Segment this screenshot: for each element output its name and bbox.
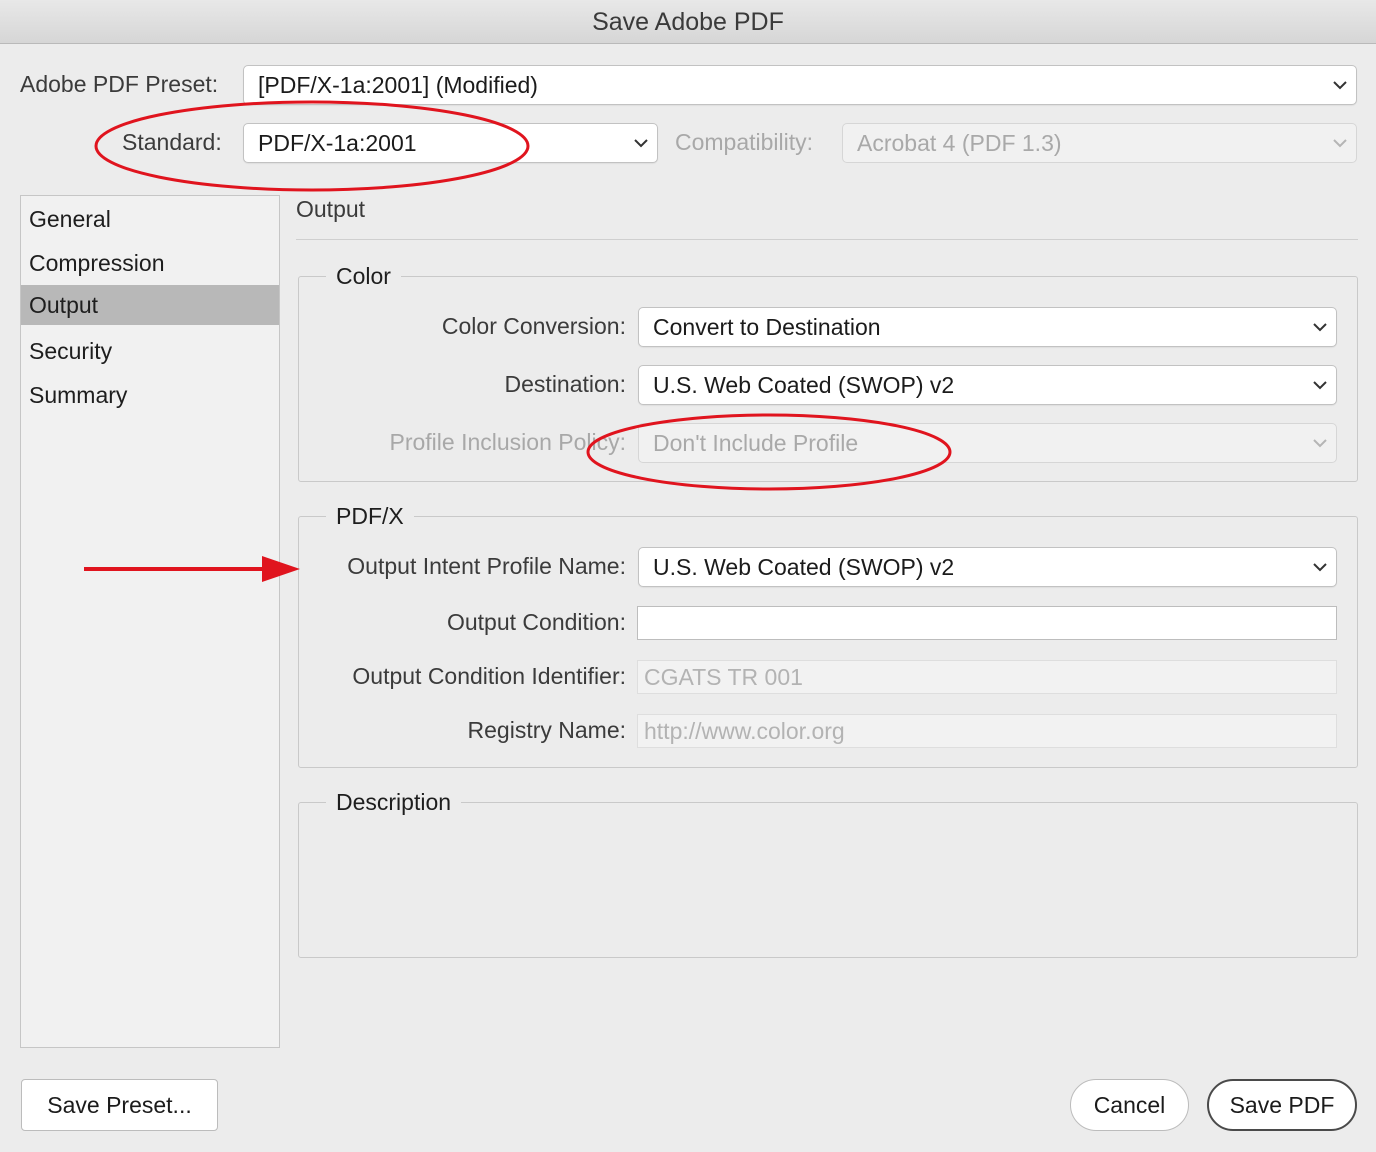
chevron-down-icon <box>1312 321 1328 333</box>
panel-title: Output <box>296 196 366 222</box>
destination-label: Destination: <box>504 371 626 397</box>
chevron-down-icon <box>1312 379 1328 391</box>
sidebar-item-summary[interactable]: Summary <box>21 375 279 415</box>
color-group-title: Color <box>326 262 401 290</box>
registry-name-label: Registry Name: <box>467 717 626 743</box>
preset-label: Adobe PDF Preset: <box>20 71 219 97</box>
chevron-down-icon <box>633 137 649 149</box>
output-intent-select[interactable]: U.S. Web Coated (SWOP) v2 <box>638 547 1337 587</box>
output-condition-field[interactable] <box>637 606 1337 640</box>
description-group <box>298 802 1358 958</box>
color-conversion-value: Convert to Destination <box>653 314 881 340</box>
pdfx-group-title: PDF/X <box>326 502 414 530</box>
standard-label: Standard: <box>122 129 222 155</box>
chevron-down-icon <box>1332 79 1348 91</box>
compatibility-value: Acrobat 4 (PDF 1.3) <box>857 130 1062 156</box>
chevron-down-icon <box>1312 437 1328 449</box>
output-intent-value: U.S. Web Coated (SWOP) v2 <box>653 554 955 580</box>
preset-value: [PDF/X-1a:2001] (Modified) <box>258 72 538 98</box>
profile-inclusion-select[interactable]: Don't Include Profile <box>638 423 1337 463</box>
sidebar-item-compression[interactable]: Compression <box>21 243 279 283</box>
chevron-down-icon <box>1312 561 1328 573</box>
standard-select[interactable]: PDF/X-1a:2001 <box>243 123 658 163</box>
destination-value: U.S. Web Coated (SWOP) v2 <box>653 372 955 398</box>
window-title: Save Adobe PDF <box>0 0 1376 44</box>
output-condition-label: Output Condition: <box>446 609 626 635</box>
chevron-down-icon <box>1332 137 1348 149</box>
sidebar-item-security[interactable]: Security <box>21 331 279 371</box>
description-group-title: Description <box>326 788 462 816</box>
destination-select[interactable]: U.S. Web Coated (SWOP) v2 <box>638 365 1337 405</box>
save-adobe-pdf-dialog: Save Adobe PDF Adobe PDF Preset: [PDF/X-… <box>0 0 1376 1152</box>
profile-inclusion-value: Don't Include Profile <box>653 430 859 456</box>
compatibility-label: Compatibility: <box>675 129 814 155</box>
sidebar-item-general[interactable]: General <box>21 199 279 239</box>
profile-inclusion-label: Profile Inclusion Policy: <box>389 429 627 455</box>
color-conversion-label: Color Conversion: <box>441 313 626 339</box>
cancel-button[interactable]: Cancel <box>1070 1079 1189 1131</box>
standard-value: PDF/X-1a:2001 <box>258 130 417 156</box>
sidebar-item-output[interactable]: Output <box>21 285 279 325</box>
compatibility-select[interactable]: Acrobat 4 (PDF 1.3) <box>842 123 1357 163</box>
panel-divider <box>296 239 1358 240</box>
color-conversion-select[interactable]: Convert to Destination <box>638 307 1337 347</box>
output-condition-identifier-field[interactable]: CGATS TR 001 <box>637 660 1337 694</box>
output-intent-label: Output Intent Profile Name: <box>347 553 626 579</box>
output-condition-identifier-label: Output Condition Identifier: <box>352 663 626 689</box>
registry-name-field[interactable]: http://www.color.org <box>637 714 1337 748</box>
preset-select[interactable]: [PDF/X-1a:2001] (Modified) <box>243 65 1357 105</box>
save-pdf-button[interactable]: Save PDF <box>1207 1079 1357 1131</box>
sidebar: General Compression Output Security Summ… <box>20 195 280 1048</box>
save-preset-button[interactable]: Save Preset... <box>21 1079 218 1131</box>
